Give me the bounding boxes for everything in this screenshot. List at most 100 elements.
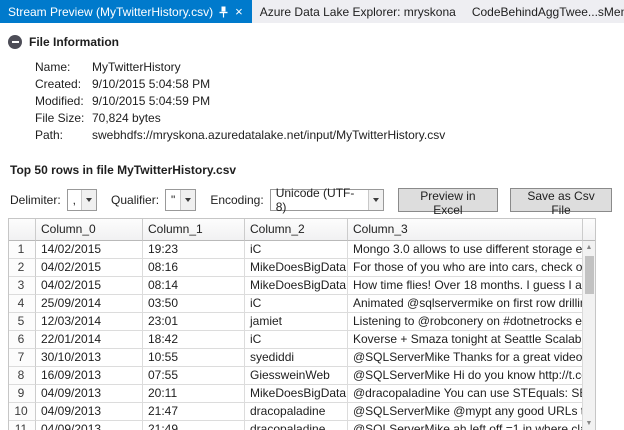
cell[interactable]: MikeDoesBigData — [245, 385, 348, 403]
table-row[interactable]: 6 22/01/2014 18:42 iC Koverse + Smaza tonigh… — [9, 331, 582, 349]
chevron-down-icon[interactable] — [368, 190, 383, 210]
cell[interactable]: 23:01 — [143, 313, 245, 331]
collapse-icon[interactable] — [8, 35, 22, 49]
row-number[interactable]: 10 — [9, 403, 36, 421]
cell[interactable]: 19:23 — [143, 241, 245, 259]
cell[interactable]: dracopaladine — [245, 403, 348, 421]
scroll-up-icon[interactable]: ▲ — [586, 241, 593, 254]
cell[interactable]: 16/09/2013 — [36, 367, 143, 385]
delimiter-select[interactable]: , — [66, 189, 98, 211]
field-filesize: File Size: 70,824 bytes — [35, 110, 624, 127]
cell[interactable]: iC — [245, 295, 348, 313]
table-row[interactable]: 4 25/09/2014 03:50 iC Animated @sqlservermik… — [9, 295, 582, 313]
row-number[interactable]: 8 — [9, 367, 36, 385]
cell[interactable]: 20:11 — [143, 385, 245, 403]
cell[interactable]: 08:14 — [143, 277, 245, 295]
column-header[interactable]: Column_3 — [348, 219, 583, 241]
cell[interactable]: 12/03/2014 — [36, 313, 143, 331]
vertical-scrollbar[interactable]: ▲ ▼ — [582, 241, 595, 430]
cell[interactable]: Animated @sqlservermike on first row dri… — [348, 295, 582, 313]
cell[interactable]: For those of you who are into cars, chec… — [348, 259, 582, 277]
tab-codebehind[interactable]: CodeBehindAggTwee...sMentions — [464, 0, 624, 23]
row-number[interactable]: 2 — [9, 259, 36, 277]
table-row[interactable]: 1 14/02/2015 19:23 iC Mongo 3.0 allows to us… — [9, 241, 582, 259]
tab-label: Azure Data Lake Explorer: mryskona — [259, 4, 456, 19]
cell[interactable]: iC — [245, 241, 348, 259]
cell[interactable]: Mongo 3.0 allows to use different storag… — [348, 241, 582, 259]
cell[interactable]: 21:47 — [143, 403, 245, 421]
column-header[interactable]: Column_0 — [36, 219, 143, 241]
field-value: MyTwitterHistory — [92, 60, 181, 74]
encoding-select[interactable]: Unicode (UTF-8) — [269, 186, 384, 214]
row-number[interactable]: 7 — [9, 349, 36, 367]
cell[interactable]: 03:50 — [143, 295, 245, 313]
cell[interactable]: dracopaladine — [245, 421, 348, 430]
column-header[interactable]: Column_2 — [245, 219, 348, 241]
cell[interactable]: 04/02/2015 — [36, 259, 143, 277]
cell[interactable]: 08:16 — [143, 259, 245, 277]
chevron-down-icon[interactable] — [180, 190, 196, 210]
row-number[interactable]: 5 — [9, 313, 36, 331]
combo-value: , — [72, 193, 77, 207]
row-number[interactable]: 9 — [9, 385, 36, 403]
field-label: File Size: — [35, 111, 85, 125]
row-number[interactable]: 11 — [9, 421, 36, 430]
cell[interactable]: iC — [245, 331, 348, 349]
row-number[interactable]: 3 — [9, 277, 36, 295]
cell[interactable]: @SQLServerMike ah left off =1 in where c… — [348, 421, 582, 430]
file-information-section-header: File Information — [8, 35, 624, 49]
grid-corner[interactable] — [9, 219, 36, 241]
field-created: Created: 9/10/2015 5:04:58 PM — [35, 76, 624, 93]
cell[interactable]: 21:49 — [143, 421, 245, 430]
cell[interactable]: 14/02/2015 — [36, 241, 143, 259]
qualifier-select[interactable]: " — [165, 189, 197, 211]
table-row[interactable]: 3 04/02/2015 08:14 MikeDoesBigData How time … — [9, 277, 582, 295]
cell[interactable]: Koverse + Smaza tonight at Seattle Scala… — [348, 331, 582, 349]
cell[interactable]: 07:55 — [143, 367, 245, 385]
cell[interactable]: GiessweinWeb — [245, 367, 348, 385]
table-row[interactable]: 5 12/03/2014 23:01 jamiet Listening to @robc… — [9, 313, 582, 331]
cell[interactable]: MikeDoesBigData — [245, 277, 348, 295]
cell[interactable]: @SQLServerMike Thanks for a great video … — [348, 349, 582, 367]
cell[interactable]: @SQLServerMike @mypt any good URLs to re… — [348, 403, 582, 421]
save-as-csv-button[interactable]: Save as Csv File — [510, 188, 612, 217]
field-label: Path: — [35, 128, 64, 142]
column-header[interactable]: Column_1 — [143, 219, 245, 241]
table-row[interactable]: 11 04/09/2013 21:49 dracopaladine @SQLServer… — [9, 421, 582, 430]
cell[interactable]: @SQLServerMike Hi do you know http://t.c… — [348, 367, 582, 385]
cell[interactable]: 18:42 — [143, 331, 245, 349]
chevron-down-icon[interactable] — [81, 190, 97, 210]
tab-stream-preview[interactable]: Stream Preview (MyTwitterHistory.csv) × — [0, 0, 252, 23]
cell[interactable]: jamiet — [245, 313, 348, 331]
cell[interactable]: 22/01/2014 — [36, 331, 143, 349]
cell[interactable]: How time flies! Over 18 months. I guess … — [348, 277, 582, 295]
cell[interactable]: 30/10/2013 — [36, 349, 143, 367]
tab-azure-data-lake-explorer[interactable]: Azure Data Lake Explorer: mryskona — [252, 0, 464, 23]
table-row[interactable]: 2 04/02/2015 08:16 MikeDoesBigData For those… — [9, 259, 582, 277]
cell[interactable]: 25/09/2014 — [36, 295, 143, 313]
cell[interactable]: @dracopaladine You can use STEquals: SEL… — [348, 385, 582, 403]
cell[interactable]: MikeDoesBigData — [245, 259, 348, 277]
minus-glyph — [11, 41, 19, 43]
scroll-down-icon[interactable]: ▼ — [586, 417, 593, 430]
row-number[interactable]: 4 — [9, 295, 36, 313]
table-row[interactable]: 8 16/09/2013 07:55 GiessweinWeb @SQLServerMi… — [9, 367, 582, 385]
cell[interactable]: 04/02/2015 — [36, 277, 143, 295]
close-icon[interactable]: × — [234, 5, 244, 18]
cell[interactable]: 04/09/2013 — [36, 385, 143, 403]
table-row[interactable]: 9 04/09/2013 20:11 MikeDoesBigData @dracopal… — [9, 385, 582, 403]
row-number[interactable]: 1 — [9, 241, 36, 259]
field-value: 70,824 bytes — [92, 111, 161, 125]
preview-in-excel-button[interactable]: Preview in Excel — [397, 188, 499, 217]
cell[interactable]: syediddi — [245, 349, 348, 367]
cell[interactable]: Listening to @robconery on #dotnetrocks … — [348, 313, 582, 331]
cell[interactable]: 10:55 — [143, 349, 245, 367]
scrollbar-thumb[interactable] — [584, 256, 594, 294]
combo-value: Unicode (UTF-8) — [275, 186, 355, 214]
cell[interactable]: 04/09/2013 — [36, 421, 143, 430]
cell[interactable]: 04/09/2013 — [36, 403, 143, 421]
row-number[interactable]: 6 — [9, 331, 36, 349]
table-row[interactable]: 7 30/10/2013 10:55 syediddi @SQLServerMike T… — [9, 349, 582, 367]
pin-icon[interactable] — [219, 6, 228, 18]
table-row[interactable]: 10 04/09/2013 21:47 dracopaladine @SQLServer… — [9, 403, 582, 421]
